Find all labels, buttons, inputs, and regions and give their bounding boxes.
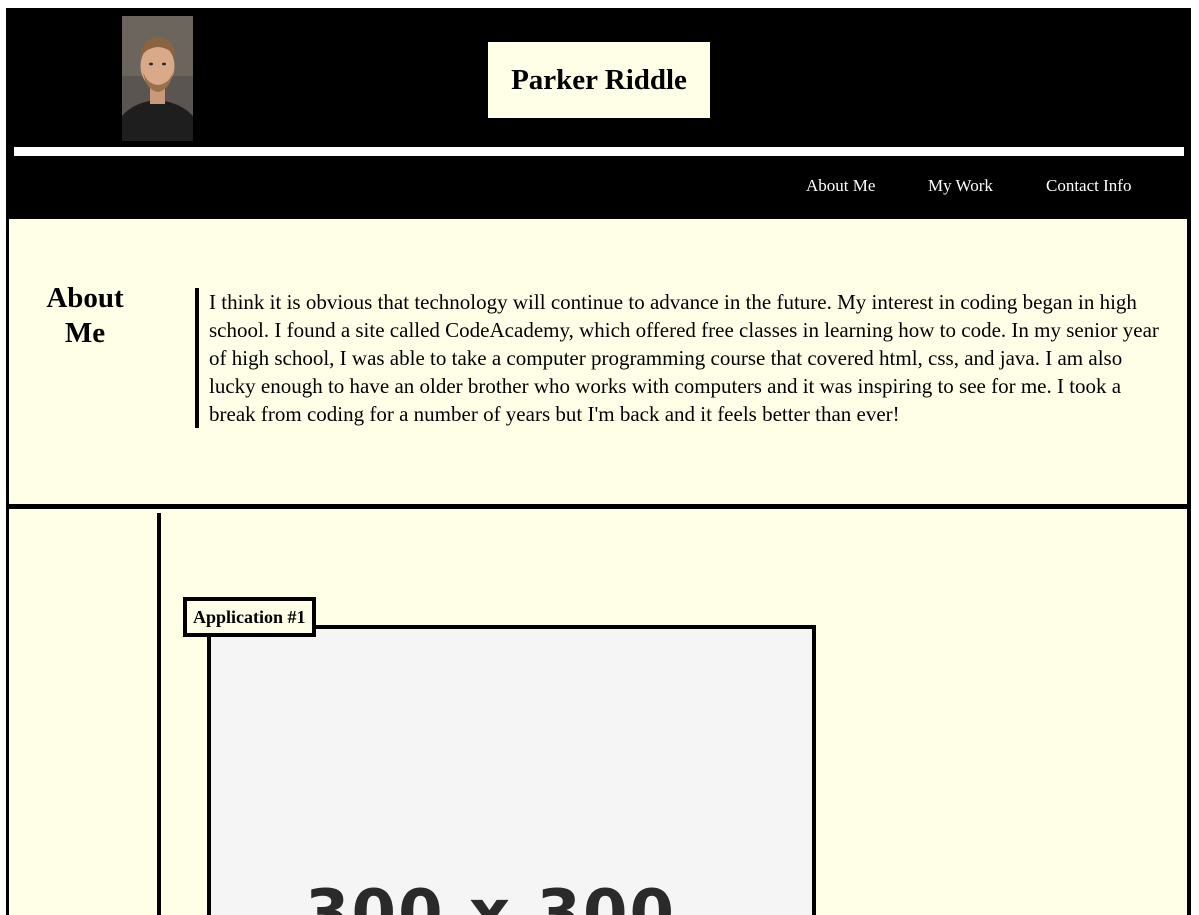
- site-title-box: Parker Riddle: [488, 42, 710, 118]
- about-heading: About Me: [46, 282, 124, 349]
- nav-my-work[interactable]: My Work: [928, 176, 993, 196]
- placeholder-image-text: 300 x 300: [305, 877, 677, 915]
- work-section: Application #1 300 x 300: [9, 509, 1187, 915]
- header-divider: [14, 147, 1184, 156]
- site-title: Parker Riddle: [511, 63, 687, 96]
- nav-contact-info[interactable]: Contact Info: [1046, 176, 1131, 196]
- avatar: [122, 16, 193, 141]
- work-divider: [157, 513, 161, 915]
- page: Parker Riddle About Me My Work Contact I…: [6, 8, 1191, 915]
- about-section: About Me I think it is obvious that tech…: [9, 219, 1187, 504]
- project-image[interactable]: 300 x 300: [207, 625, 816, 915]
- nav-about-me[interactable]: About Me: [806, 176, 875, 196]
- main-nav: About Me My Work Contact Info: [6, 156, 1191, 218]
- about-text: I think it is obvious that technology wi…: [195, 288, 1169, 428]
- site-header: Parker Riddle: [6, 8, 1191, 148]
- project-label: Application #1: [183, 597, 316, 637]
